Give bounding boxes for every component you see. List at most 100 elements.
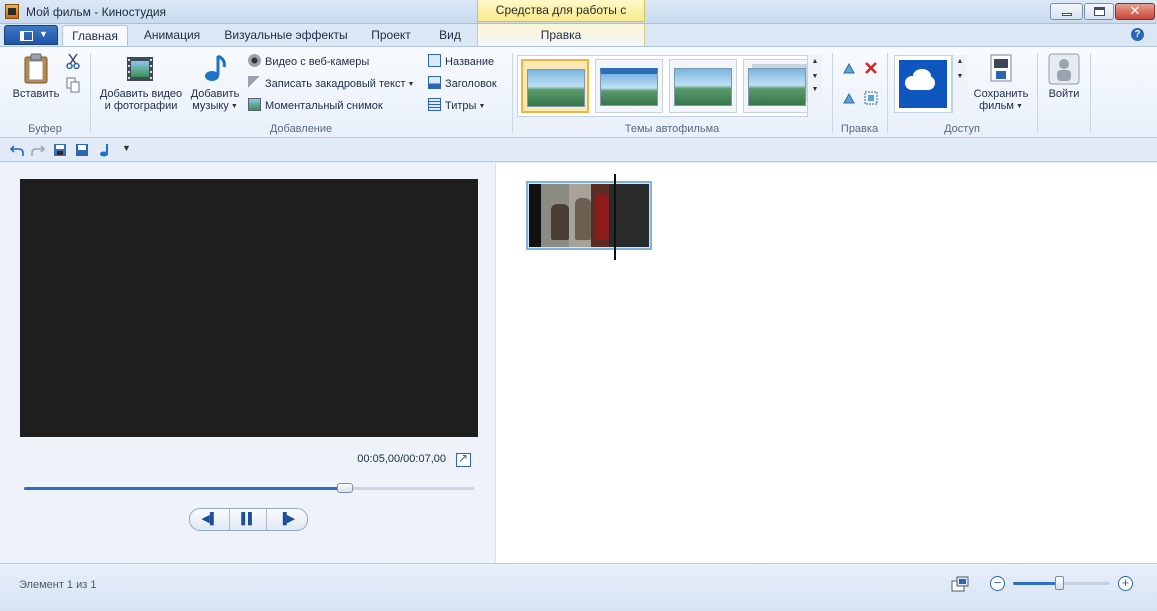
thumbnail-size-icon[interactable] [951,576,969,592]
zoom-thumb[interactable] [1054,576,1064,590]
snapshot-icon [248,98,261,111]
close-button[interactable]: ✕ [1115,3,1155,20]
paste-button[interactable]: Вставить [8,53,64,113]
quick-access-toolbar: ▼ [0,139,1157,162]
rotate-left-icon[interactable] [841,61,857,75]
zoom-slider[interactable] [1013,576,1110,590]
file-menu-button[interactable]: ▼ [4,25,58,45]
gallery-expand-icon[interactable]: ▼ [808,86,822,93]
share-gallery-scroll[interactable]: ▲ ▼ [952,55,967,113]
clip-thumbnail [529,184,649,247]
add-music-button[interactable]: Добавить музыку ▼ [187,53,243,119]
tab-project[interactable]: Проект [362,25,420,46]
theme-thumbnail [674,68,732,106]
scroll-down-icon[interactable]: ▼ [808,73,822,80]
zoom-in-button[interactable]: + [1118,576,1133,591]
theme-item[interactable] [521,59,589,113]
paste-icon [24,53,48,84]
close-icon: ✕ [1129,3,1141,18]
theme-item[interactable] [595,59,663,113]
video-preview[interactable] [20,179,478,437]
item-count-status: Элемент 1 из 1 [19,579,97,591]
editing-group-label: Правка [840,123,879,135]
movie-maker-app-icon[interactable] [5,4,19,19]
music-note-icon[interactable] [98,143,112,157]
group-separator [887,53,888,133]
previous-frame-button[interactable]: ◀▌ [190,509,230,530]
tab-edit[interactable]: Правка [530,25,592,46]
clip-figure [595,194,609,240]
save-movie-label-line2: фильм [979,100,1014,112]
caption-button[interactable]: Заголовок [428,75,497,93]
webcam-video-button[interactable]: Видео с веб-камеры [248,53,369,71]
add-group-label: Добавление [269,123,333,135]
cut-icon[interactable] [66,53,80,69]
playback-timecode: 00:05,00/00:07,00 [357,453,446,465]
save-project-icon[interactable] [53,143,67,157]
webcam-icon [248,54,261,67]
storyboard[interactable] [497,163,1157,563]
group-separator [90,53,91,133]
onedrive-share-button[interactable] [894,55,952,113]
rotate-right-icon[interactable] [841,91,857,105]
gallery-scroll[interactable]: ▲ ▼ ▼ [807,55,822,117]
zoom-out-button[interactable]: − [990,576,1005,591]
music-note-icon [205,54,226,81]
save-movie-icon [990,54,1012,82]
maximize-button[interactable] [1084,3,1114,20]
theme-item[interactable] [743,59,811,113]
paste-label: Вставить [12,88,60,100]
select-all-icon[interactable] [864,91,878,105]
seek-slider[interactable] [24,483,474,493]
sign-in-button[interactable]: Войти [1043,53,1085,113]
title-label: Название [445,56,495,68]
preview-pane: 00:05,00/00:07,00 ◀▌ ▌▌ ▐▶ [0,163,496,563]
credits-button[interactable]: Титры ▼ [428,97,485,115]
caption-icon [428,76,441,89]
sign-in-label: Войти [1048,88,1080,100]
chevron-down-icon: ▼ [478,103,486,110]
seek-thumb[interactable] [337,483,354,493]
credits-icon [428,98,441,111]
tab-home[interactable]: Главная [62,25,128,46]
scroll-down-icon[interactable]: ▼ [953,73,967,80]
copy-icon[interactable] [66,77,80,93]
main-area: 00:05,00/00:07,00 ◀▌ ▌▌ ▐▶ [0,163,1157,563]
theme-thumbnail [527,69,585,107]
webcam-label: Видео с веб-камеры [265,56,370,68]
scroll-up-icon[interactable]: ▲ [808,58,822,65]
chevron-down-icon: ▼ [39,29,48,39]
chevron-down-icon: ▼ [1015,103,1023,110]
help-icon[interactable]: ? [1131,28,1144,41]
seek-progress [24,487,346,490]
add-music-label-line1: Добавить [190,88,240,100]
remove-icon[interactable] [864,61,878,75]
save-movie-button[interactable]: Сохранить фильм ▼ [968,53,1034,119]
video-clip[interactable] [526,181,652,250]
tab-visual-effects[interactable]: Визуальные эффекты [222,25,350,46]
next-frame-button[interactable]: ▐▶ [267,509,307,530]
minimize-button[interactable] [1050,3,1083,20]
save-icon[interactable] [75,143,89,157]
chevron-down-icon: ▼ [230,103,238,110]
record-narration-button[interactable]: Записать закадровый текст ▼ [248,75,414,93]
tab-view[interactable]: Вид [432,25,468,46]
customize-toolbar-dropdown[interactable]: ▼ [122,143,131,153]
redo-icon[interactable] [31,143,45,157]
window-title: Мой фильм - Киностудия [26,5,167,19]
add-video-photos-button[interactable]: Добавить видео и фотографии [95,53,187,119]
undo-icon[interactable] [10,143,24,157]
tab-animations[interactable]: Анимация [136,25,208,46]
narration-label: Записать закадровый текст [265,78,406,90]
timeline-playhead[interactable] [614,174,616,260]
pause-button[interactable]: ▌▌ [230,509,267,530]
group-separator [1090,53,1091,133]
title-button[interactable]: Название [428,53,494,71]
scroll-up-icon[interactable]: ▲ [953,58,967,65]
theme-thumbnail [600,68,658,106]
fullscreen-icon[interactable] [456,451,471,467]
theme-item[interactable] [669,59,737,113]
save-movie-label-line1: Сохранить [973,88,1029,100]
video-tools-context-header: Средства для работы с видео [477,0,645,37]
snapshot-button[interactable]: Моментальный снимок [248,97,383,115]
